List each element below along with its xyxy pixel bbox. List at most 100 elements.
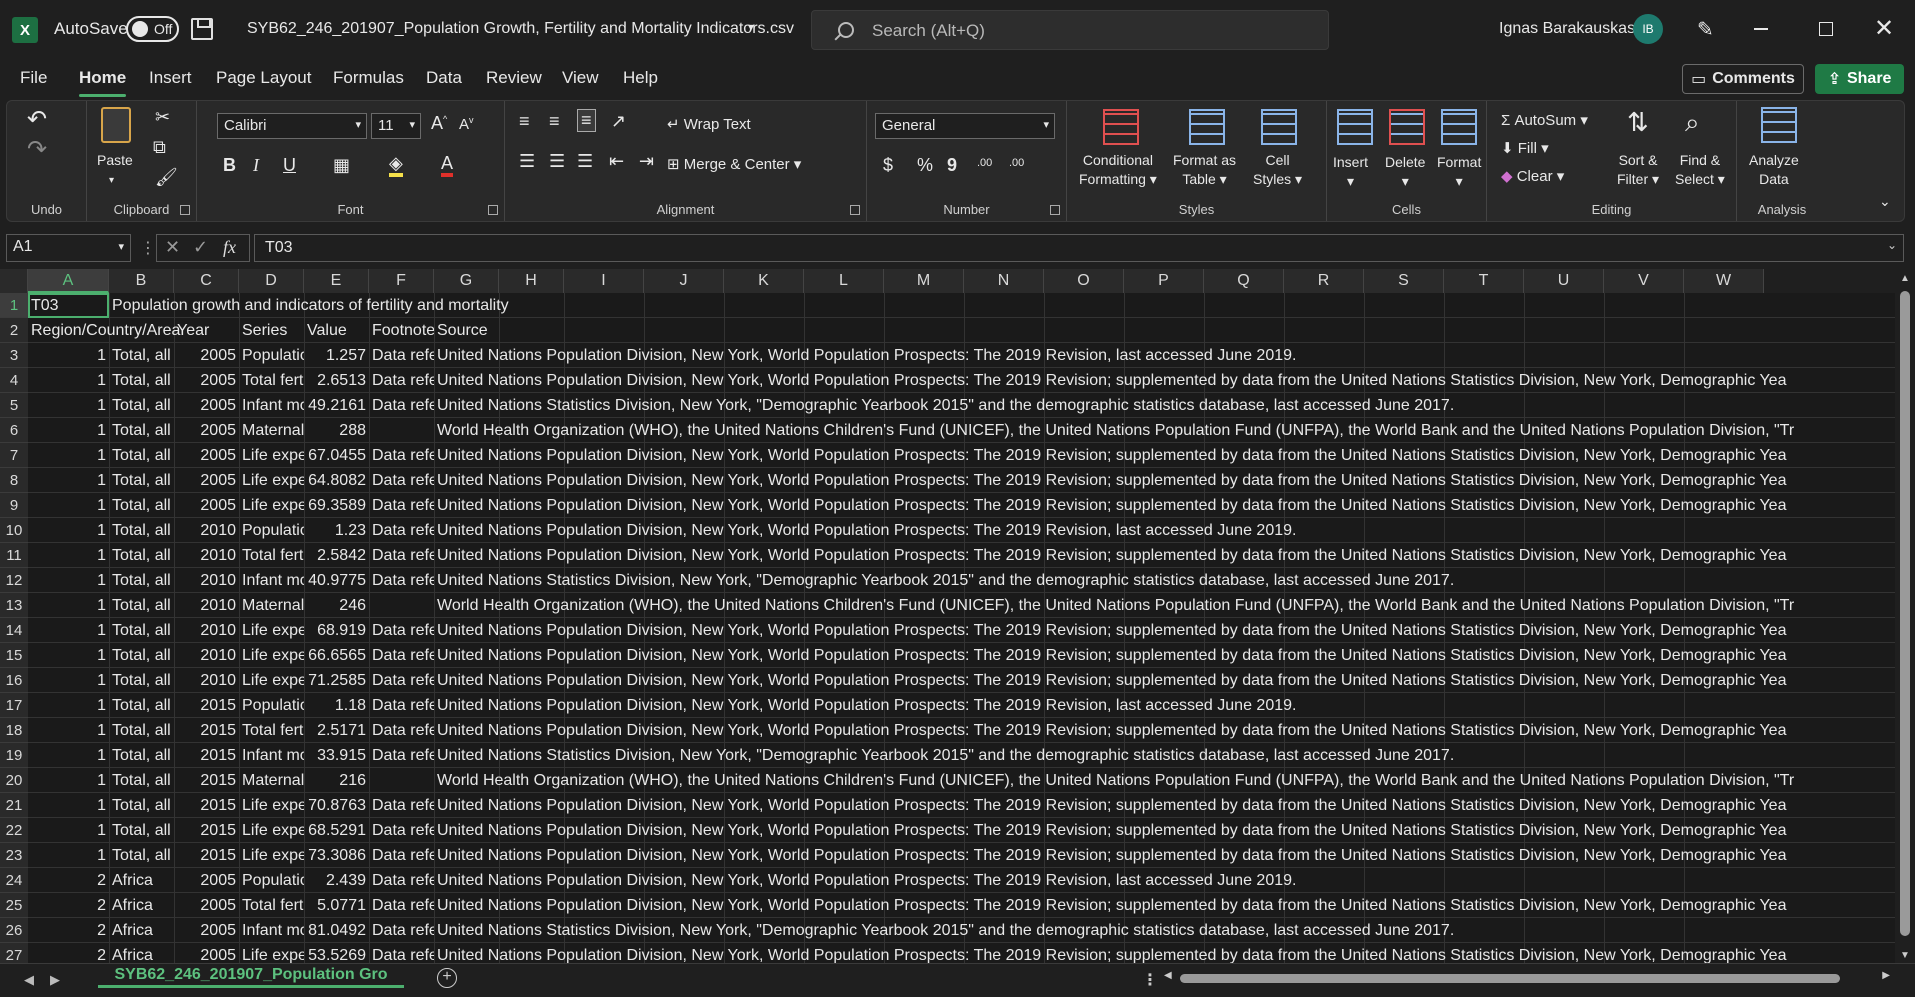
cell[interactable]: United Nations Population Division, New …	[434, 343, 1854, 368]
row-header[interactable]: 10	[0, 518, 28, 543]
cell[interactable]: United Nations Population Division, New …	[434, 543, 1854, 568]
cell[interactable]: Total, all c	[109, 593, 174, 618]
cell[interactable]: 1	[28, 743, 109, 768]
currency-button[interactable]: $	[883, 155, 893, 176]
cell[interactable]: 1	[28, 593, 109, 618]
cell[interactable]: Life expect	[239, 943, 304, 963]
cell[interactable]: Data refer	[369, 368, 434, 393]
cell[interactable]: Data refer	[369, 743, 434, 768]
cell[interactable]: Life expect	[239, 818, 304, 843]
cell[interactable]: 2005	[174, 893, 239, 918]
cell[interactable]: United Nations Population Division, New …	[434, 618, 1854, 643]
fill-color-icon[interactable]: ◈	[389, 153, 403, 177]
row-header[interactable]: 11	[0, 543, 28, 568]
cell[interactable]: Total, all c	[109, 418, 174, 443]
cell[interactable]: Total, all c	[109, 368, 174, 393]
formula-input[interactable]: T03	[254, 234, 1904, 262]
cell[interactable]: Total, all c	[109, 518, 174, 543]
cell[interactable]: 69.3589	[304, 493, 369, 518]
launcher-icon[interactable]	[850, 205, 860, 215]
row-header[interactable]: 24	[0, 868, 28, 893]
cell[interactable]: Populatior	[239, 693, 304, 718]
cell[interactable]: 1	[28, 718, 109, 743]
cell[interactable]: World Health Organization (WHO), the Uni…	[434, 418, 1854, 443]
cell[interactable]: Life expect	[239, 468, 304, 493]
cell[interactable]: 2010	[174, 593, 239, 618]
cell[interactable]: 2015	[174, 743, 239, 768]
cell[interactable]: United Nations Statistics Division, New …	[434, 568, 1854, 593]
tab-insert[interactable]: Insert	[149, 68, 192, 88]
cell[interactable]: Data refer	[369, 618, 434, 643]
decrease-indent-icon[interactable]: ⇤	[609, 151, 624, 172]
cell[interactable]: 2005	[174, 418, 239, 443]
row-header[interactable]: 3	[0, 343, 28, 368]
tab-view[interactable]: View	[562, 68, 599, 88]
cell[interactable]: Total, all c	[109, 743, 174, 768]
tab-page-layout[interactable]: Page Layout	[216, 68, 311, 88]
cell[interactable]: Infant mor	[239, 918, 304, 943]
pen-icon[interactable]: ✎	[1697, 17, 1719, 41]
format-as-table-button[interactable]: Format as Table ▾	[1173, 151, 1236, 189]
delete-cells-icon[interactable]	[1389, 109, 1425, 145]
cell[interactable]: United Nations Population Division, New …	[434, 893, 1854, 918]
cell[interactable]: Maternal r	[239, 593, 304, 618]
cell[interactable]: Africa	[109, 918, 174, 943]
cell[interactable]: United Nations Population Division, New …	[434, 668, 1854, 693]
column-header-i[interactable]: I	[564, 269, 644, 293]
cell[interactable]: United Nations Population Division, New …	[434, 518, 1854, 543]
cell[interactable]: 70.8763	[304, 793, 369, 818]
borders-icon[interactable]: ▦	[333, 155, 350, 176]
cell[interactable]: 64.8082	[304, 468, 369, 493]
column-header-m[interactable]: M	[884, 269, 964, 293]
cell[interactable]: Year	[174, 318, 239, 343]
decrease-decimal-button[interactable]: .00	[1009, 157, 1024, 169]
orientation-icon[interactable]: ↗	[611, 111, 626, 132]
row-header[interactable]: 27	[0, 943, 28, 963]
column-header-q[interactable]: Q	[1204, 269, 1284, 293]
cell[interactable]: United Nations Statistics Division, New …	[434, 918, 1854, 943]
cell[interactable]: United Nations Population Division, New …	[434, 818, 1854, 843]
insert-function-icon[interactable]: fx	[223, 237, 236, 258]
cell[interactable]: Data refer	[369, 493, 434, 518]
cell[interactable]: Total, all c	[109, 393, 174, 418]
cell[interactable]: 53.5269	[304, 943, 369, 963]
column-header-b[interactable]: B	[109, 269, 174, 293]
row-header[interactable]: 18	[0, 718, 28, 743]
delete-cells-button[interactable]: Delete ▾	[1385, 153, 1425, 191]
cell[interactable]: 2005	[174, 493, 239, 518]
cell[interactable]: 2005	[174, 393, 239, 418]
cell[interactable]: Total, all c	[109, 693, 174, 718]
cell[interactable]: 1	[28, 543, 109, 568]
cell[interactable]: Life expect	[239, 643, 304, 668]
increase-font-icon[interactable]: A^	[431, 113, 447, 134]
cell[interactable]: Life expect	[239, 618, 304, 643]
row-header[interactable]: 9	[0, 493, 28, 518]
cell[interactable]: Total, all c	[109, 643, 174, 668]
align-top-icon[interactable]: ≡	[519, 111, 530, 132]
align-right-icon[interactable]: ☰	[577, 151, 593, 172]
row-header[interactable]: 15	[0, 643, 28, 668]
cell[interactable]: Infant mor	[239, 743, 304, 768]
autosave-toggle[interactable]: Off	[126, 16, 179, 42]
cell[interactable]: 1	[28, 843, 109, 868]
cell[interactable]: 68.5291	[304, 818, 369, 843]
underline-button[interactable]: U	[283, 155, 296, 176]
cell[interactable]: 2005	[174, 943, 239, 963]
paste-icon[interactable]	[101, 107, 131, 143]
cell[interactable]: Data refer	[369, 343, 434, 368]
cell[interactable]: 49.2161	[304, 393, 369, 418]
row-header[interactable]: 22	[0, 818, 28, 843]
select-all-corner[interactable]	[0, 269, 28, 293]
tab-file[interactable]: File	[20, 68, 47, 88]
copy-icon[interactable]: ⧉	[153, 137, 166, 158]
align-left-icon[interactable]: ☰	[519, 151, 535, 172]
row-header[interactable]: 12	[0, 568, 28, 593]
cell[interactable]: United Nations Population Division, New …	[434, 868, 1854, 893]
sort-filter-icon[interactable]: ⇅	[1627, 107, 1649, 138]
clear-button[interactable]: ◆ Clear ▾	[1501, 167, 1564, 185]
cell[interactable]: 73.3086	[304, 843, 369, 868]
align-bottom-icon[interactable]: ≡	[577, 109, 596, 132]
avatar[interactable]: IB	[1633, 14, 1663, 44]
format-cells-icon[interactable]	[1441, 109, 1477, 145]
bold-button[interactable]: B	[223, 155, 236, 176]
